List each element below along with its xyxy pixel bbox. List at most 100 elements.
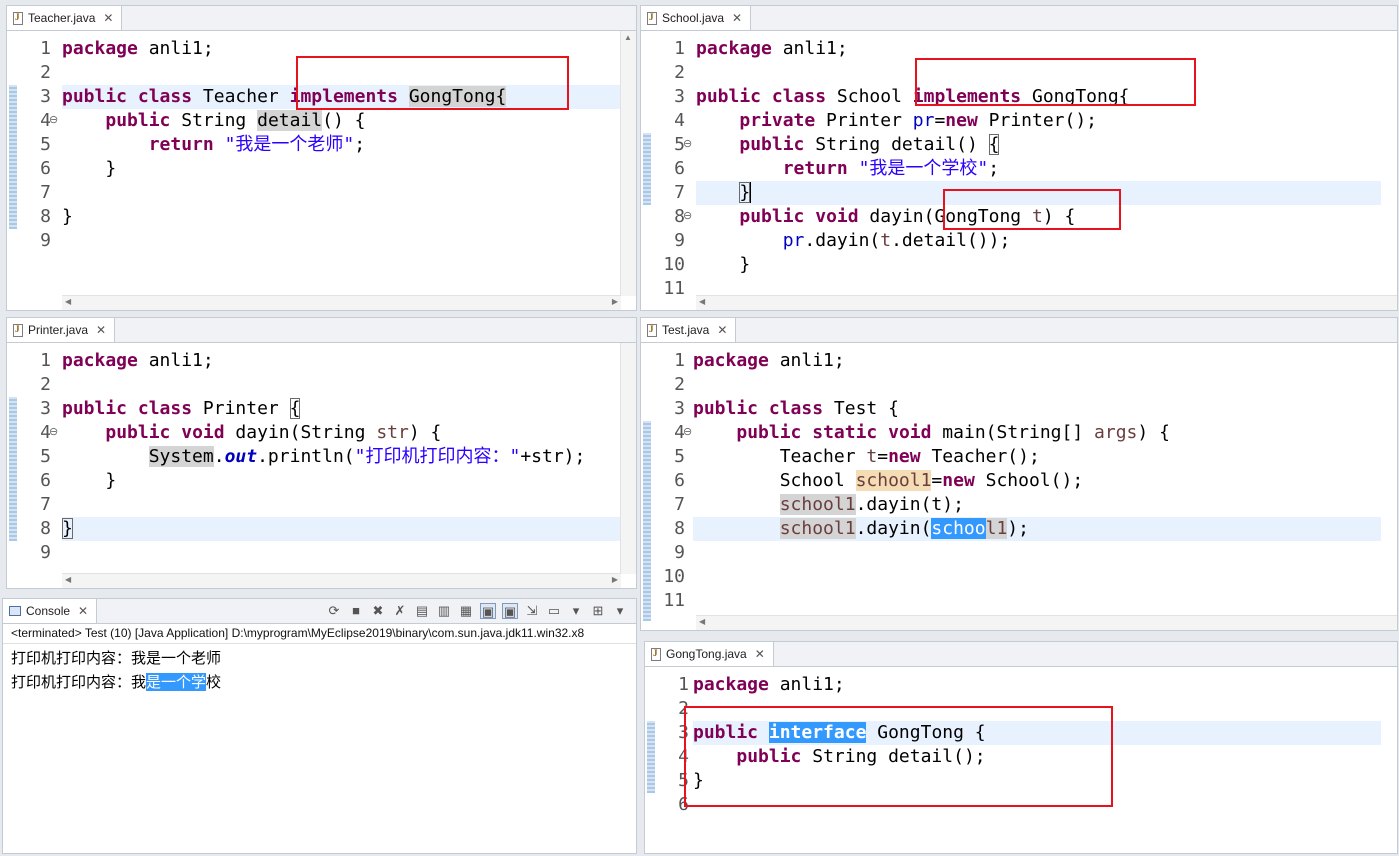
- line-number: 1: [674, 38, 685, 59]
- tab-label: School.java: [662, 11, 725, 25]
- annotation-box-school-implements: [915, 58, 1196, 106]
- line-number: 1: [678, 674, 689, 695]
- punct: }: [105, 470, 117, 491]
- line-number: 1: [674, 350, 685, 371]
- close-icon[interactable]: ✕: [755, 647, 765, 661]
- fold-collapse-icon[interactable]: ⊖: [49, 425, 58, 438]
- line-number: 11: [663, 278, 685, 299]
- close-icon[interactable]: ✕: [78, 604, 88, 618]
- line-numbers: 1 2 3 4 5 6 7 8 9: [21, 37, 61, 253]
- java-file-icon: [647, 11, 657, 25]
- line-number: 6: [40, 158, 51, 179]
- code-text[interactable]: package anli1; public class Test { publi…: [693, 349, 1381, 613]
- test-tabbar: Test.java ✕: [641, 318, 1397, 343]
- change-marker: [643, 133, 651, 205]
- fold-collapse-icon[interactable]: ⊖: [683, 425, 692, 438]
- java-file-icon: [647, 323, 657, 337]
- printer-code-editor[interactable]: 1 2 3 4 5 6 7 8 9 ⊖ package anli1; publi…: [7, 343, 636, 588]
- fold-collapse-icon[interactable]: ⊖: [683, 137, 692, 150]
- local-variable: school1: [779, 494, 856, 515]
- line-number: 3: [40, 86, 51, 107]
- punct: }: [739, 254, 751, 275]
- teacher-tabbar: Teacher.java ✕: [7, 6, 636, 31]
- code-text[interactable]: package anli1; public class Printer { pu…: [62, 349, 620, 565]
- line-number: 4: [40, 422, 51, 443]
- constructor: School();: [974, 470, 1084, 491]
- horizontal-scrollbar[interactable]: ◀ ▶: [62, 573, 621, 588]
- line-number: 3: [674, 398, 685, 419]
- change-marker: [9, 85, 17, 229]
- horizontal-scrollbar[interactable]: ◀ ▶: [62, 295, 621, 310]
- method-name: main(String[]: [931, 422, 1095, 443]
- line-number: 4: [674, 110, 685, 131]
- line-number: 5: [674, 446, 685, 467]
- class-name: Test {: [823, 398, 899, 419]
- local-variable: school1: [855, 470, 932, 491]
- horizontal-scrollbar[interactable]: ◀: [696, 295, 1397, 310]
- show-on-stdout-icon[interactable]: ▣: [480, 603, 496, 619]
- close-icon[interactable]: ✕: [96, 323, 106, 337]
- class-name: School: [826, 86, 913, 107]
- code-line: public class Printer {: [62, 397, 620, 421]
- keyword: private: [739, 110, 816, 131]
- tab-test-java[interactable]: Test.java ✕: [641, 318, 737, 342]
- keyword: new: [945, 110, 978, 131]
- string-literal: "打印机打印内容：": [354, 446, 521, 467]
- display-console-icon[interactable]: ▭: [546, 603, 562, 619]
- quick-diff-ruler: [641, 31, 655, 310]
- code-line: school1.dayin(t);: [693, 493, 1381, 517]
- code-line: }: [62, 205, 620, 229]
- close-icon[interactable]: ✕: [732, 11, 742, 25]
- tab-label: Printer.java: [28, 323, 89, 337]
- fold-collapse-icon[interactable]: ⊖: [683, 209, 692, 222]
- punct: =: [934, 110, 946, 131]
- pin-console-icon[interactable]: ⇲: [524, 603, 540, 619]
- word-wrap-icon[interactable]: ▦: [458, 603, 474, 619]
- keyword: public: [736, 422, 802, 443]
- keyword: class: [768, 398, 824, 419]
- horizontal-scrollbar[interactable]: ◀: [696, 615, 1397, 630]
- scroll-lock-icon[interactable]: ▥: [436, 603, 452, 619]
- tab-printer-java[interactable]: Printer.java ✕: [7, 318, 116, 342]
- console-output[interactable]: 打印机打印内容：我是一个老师 打印机打印内容：我是一个学校: [3, 646, 636, 853]
- keyword: public: [105, 422, 171, 443]
- vertical-scrollbar[interactable]: [620, 343, 636, 574]
- show-on-stderr-icon[interactable]: ▣: [502, 603, 518, 619]
- line-number: 8: [674, 206, 685, 227]
- test-code-editor[interactable]: 1 2 3 4 5 6 7 8 9 10 11 ⊖ package anli1;…: [641, 343, 1397, 630]
- tab-gongtong-java[interactable]: GongTong.java ✕: [645, 642, 774, 666]
- clear-console-icon[interactable]: ▤: [414, 603, 430, 619]
- tab-school-java[interactable]: School.java ✕: [641, 6, 752, 30]
- fold-collapse-icon[interactable]: ⊖: [49, 113, 58, 126]
- type: Teacher: [779, 446, 867, 467]
- terminate-relaunch-icon[interactable]: ⟳: [326, 603, 342, 619]
- keyword: class: [771, 86, 827, 107]
- close-icon[interactable]: ✕: [717, 323, 727, 337]
- line-number: 7: [40, 182, 51, 203]
- java-file-icon: [13, 11, 23, 25]
- tab-teacher-java[interactable]: Teacher.java ✕: [7, 6, 123, 30]
- open-console-icon[interactable]: ⊞: [590, 603, 606, 619]
- stop-icon[interactable]: ■: [348, 603, 364, 619]
- code-line: }: [62, 157, 620, 181]
- field-name: pr: [782, 230, 805, 251]
- tab-console[interactable]: Console ✕: [3, 599, 98, 623]
- chevron-down-icon[interactable]: ▾: [612, 603, 628, 619]
- line-number: 11: [663, 590, 685, 611]
- vertical-scrollbar[interactable]: ▲: [620, 31, 636, 296]
- chevron-down-icon[interactable]: ▾: [568, 603, 584, 619]
- remove-all-icon[interactable]: ✗: [392, 603, 408, 619]
- method-call: .dayin(t);: [855, 494, 964, 515]
- line-number: 7: [40, 494, 51, 515]
- close-icon[interactable]: ✕: [103, 11, 113, 25]
- remove-launch-icon[interactable]: ✖: [370, 603, 386, 619]
- line-number: 9: [674, 542, 685, 563]
- console-line: 打印机打印内容：我是一个老师: [11, 649, 222, 667]
